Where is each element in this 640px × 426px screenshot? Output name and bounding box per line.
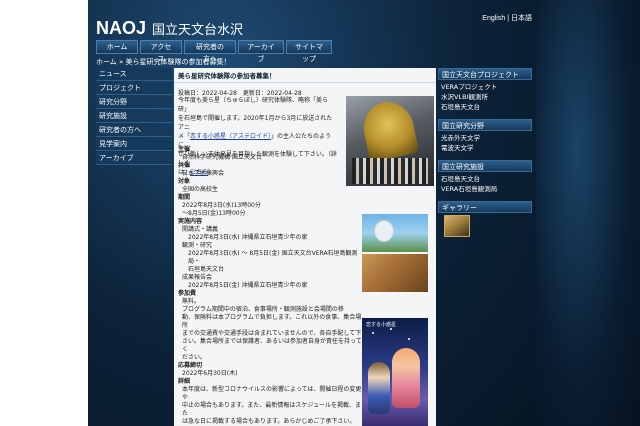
- lang-separator: |: [507, 15, 510, 22]
- deadline-value: 2022年6月30日(木): [182, 370, 238, 377]
- intro-line: 今年度も美ら星（ちゅらぼし）研究体験隊、略称「美ら研」: [178, 97, 329, 113]
- intro-line: を石垣島で開催します。2020年1月から3月に放送されたアニ: [178, 115, 333, 131]
- facility-link[interactable]: 石垣島天文台: [438, 174, 532, 184]
- facility-link[interactable]: VERA石垣島観測局: [438, 184, 532, 194]
- detail-label: 詳細: [178, 378, 191, 385]
- period-value: ～8月5日(金)13時00分: [182, 210, 246, 217]
- project-link[interactable]: 水沢VLBI観測所: [438, 92, 532, 102]
- antenna-dish-shape: [374, 220, 394, 242]
- sidebar-item-projects[interactable]: プロジェクト: [96, 82, 172, 95]
- projects-heading: 国立天文台プロジェクト: [438, 68, 532, 80]
- detail-line: 中止の場合もあります。また、最新情報はスケジュールを掲載、また: [182, 402, 361, 417]
- fee-label: 参加費: [178, 290, 197, 297]
- star-dot: [372, 332, 374, 334]
- sidebar-item-news[interactable]: ニュース: [96, 68, 172, 81]
- program-label: 実施内容: [178, 218, 203, 225]
- intro-line: メ「: [178, 133, 191, 140]
- nav-researchers[interactable]: 研究者の方へ: [184, 40, 236, 63]
- star-dot: [408, 338, 410, 340]
- program-item-label: 観測・研究: [182, 242, 213, 249]
- target-label: 対象: [178, 178, 191, 185]
- program-item-value: 石垣島天文台: [188, 266, 225, 273]
- language-switch: English | 日本語: [482, 13, 532, 23]
- fee-line: 動、保険料は本プログラムで負担します。これ以外の食事、集合場所: [182, 314, 362, 329]
- anime-link[interactable]: 恋する小惑星（アステロイド）: [190, 133, 271, 140]
- facilities-group: 国立研究施設 石垣島天文台 VERA石垣島観測局: [438, 160, 532, 194]
- projects-group: 国立天文台プロジェクト VERAプロジェクト 水沢VLBI観測所 石垣島天文台: [438, 68, 532, 112]
- gallery-heading: ギャラリー: [438, 201, 532, 213]
- star-dot: [390, 328, 392, 330]
- facilities-heading: 国立研究施設: [438, 160, 532, 172]
- organizer-label: 主催: [178, 146, 191, 153]
- program-item-value: 2022年8月3日(水) 沖縄県立石垣青少年の家: [188, 234, 308, 241]
- organizer-value: 自然科学研究機構 国立天文台: [182, 154, 262, 161]
- nav-home[interactable]: ホーム: [96, 40, 138, 54]
- observatory-photo: [362, 214, 428, 292]
- poster-caption: 恋する小惑星: [366, 322, 397, 328]
- sidebar-item-fields[interactable]: 研究分野: [96, 96, 172, 109]
- article-title: 美ら星研究体験隊の参加者募集！: [174, 68, 436, 83]
- character-left: [368, 362, 390, 414]
- fee-line: さい。集合場所までは保護者、あるいは参加者自身が責任を持ってく: [182, 338, 362, 353]
- left-sidebar: ニュース プロジェクト 研究分野 研究施設 研究者の方へ 見学案内 アーカイブ: [96, 68, 172, 166]
- detail-line: 本年度は、新型コロナウイルスの影響によっては、開催日程の変更や: [182, 386, 362, 401]
- project-link[interactable]: VERAプロジェクト: [438, 82, 532, 92]
- fee-line: ださい。: [182, 354, 207, 361]
- nav-sitemap[interactable]: サイトマップ: [286, 40, 332, 63]
- field-link[interactable]: 光赤外天文学: [438, 133, 532, 143]
- nav-access[interactable]: アクセス: [140, 40, 182, 63]
- program-item-value: 2022年8月5日(金) 沖縄県立石垣青少年の家: [188, 282, 308, 289]
- right-sidebar: 国立天文台プロジェクト VERAプロジェクト 水沢VLBI観測所 石垣島天文台 …: [438, 68, 532, 244]
- page-margin-left: [0, 0, 88, 426]
- cosponsor-label: 共催: [178, 162, 191, 169]
- article-details: 主催 自然科学研究機構 国立天文台 共催 日本学術振興会 対象 全国の高校生 期…: [178, 146, 364, 426]
- lang-english-link[interactable]: English: [482, 15, 505, 22]
- breadcrumb: ホーム » 美ら星研究体験隊の参加者募集！: [96, 58, 231, 66]
- sidebar-item-archive[interactable]: アーカイブ: [96, 152, 172, 165]
- lang-japanese-link[interactable]: 日本語: [511, 15, 532, 22]
- sidebar-item-researchers[interactable]: 研究者の方へ: [96, 124, 172, 137]
- fields-group: 国立研究分野 光赤外天文学 電波天文学: [438, 119, 532, 153]
- logo-text: 国立天文台水沢: [152, 22, 244, 38]
- character-right: [392, 348, 420, 408]
- sidebar-item-tour[interactable]: 見学案内: [96, 138, 172, 151]
- logo-mark: NAOJ: [96, 17, 147, 38]
- program-item-label: 開講式・講義: [182, 226, 219, 233]
- optical-telescope-shape: [362, 254, 428, 292]
- fee-line: までの交通費や交通手段は含まれていませんので、各自手配して下: [182, 330, 362, 337]
- program-item-value: 2022年8月3日(水) ～ 8月5日(金) 国立天文台VERA石垣島観測局・: [188, 250, 358, 265]
- program-item-label: 成果報告会: [182, 274, 213, 281]
- radio-telescope-shape: [362, 214, 428, 252]
- deadline-label: 応募締切: [178, 362, 203, 369]
- fee-line: プログラム期間中の宿泊、食事場所・観測施設と会場間の移: [182, 306, 344, 313]
- period-label: 期間: [178, 194, 191, 201]
- detail-line: は急な日に掲載する場合もあります。あらかじめご了承下さい。: [182, 418, 356, 425]
- period-value: 2022年8月3日(水)13時00分: [182, 202, 261, 209]
- sidebar-item-facilities[interactable]: 研究施設: [96, 110, 172, 123]
- fee-summary: 無料。: [182, 298, 201, 305]
- background-space: [536, 0, 640, 426]
- project-link[interactable]: 石垣島天文台: [438, 102, 532, 112]
- gallery-group: ギャラリー: [438, 201, 532, 237]
- telescope-shape: [358, 97, 420, 163]
- site-logo[interactable]: NAOJ 国立天文台水沢: [96, 17, 243, 39]
- fields-heading: 国立研究分野: [438, 119, 532, 131]
- anime-poster: 恋する小惑星: [362, 318, 428, 426]
- main-nav: ホーム アクセス 研究者の方へ アーカイブ サイトマップ: [96, 40, 528, 63]
- gallery-thumbnail[interactable]: [444, 215, 470, 237]
- target-value: 全国の高校生: [182, 186, 219, 193]
- cosponsor-value: 日本学術振興会: [182, 170, 225, 177]
- field-link[interactable]: 電波天文学: [438, 143, 532, 153]
- nav-archive[interactable]: アーカイブ: [238, 40, 284, 63]
